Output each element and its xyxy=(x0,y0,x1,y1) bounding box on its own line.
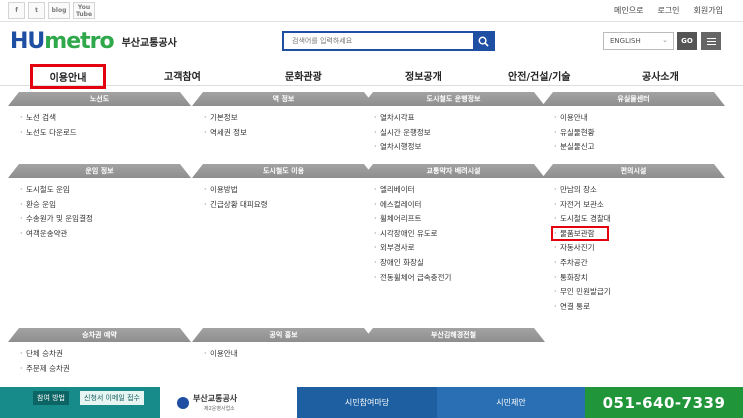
facebook-icon[interactable]: f xyxy=(8,2,25,19)
submenu-link[interactable]: 엘리베이터 xyxy=(374,183,545,198)
submenu-header[interactable]: 공익 홍보 xyxy=(192,328,375,342)
submenu-link[interactable]: 주차공간 xyxy=(554,256,725,271)
submenu-link[interactable]: 휠체어리프트 xyxy=(374,212,545,227)
submenu-operation-info: 도시철도 운행정보 열차시각표 실시간 운행정보 열차시행정보 xyxy=(362,92,545,155)
submenu-ticket-reservation: 승차권 예약 단체 승차권 주문제 승차권 xyxy=(8,328,191,376)
home-link[interactable]: 메인으로 xyxy=(614,5,643,16)
submenu-header[interactable]: 부산김해경전철 xyxy=(362,328,545,342)
submenu-metro-usage: 도시철도 이용 이용방법 긴급상황 대피요령 xyxy=(192,164,375,212)
submenu-link[interactable]: 자전거 보관소 xyxy=(554,198,725,213)
submenu-header[interactable]: 역 정보 xyxy=(192,92,375,106)
submenu-header[interactable]: 도시철도 이용 xyxy=(192,164,375,178)
submenu-header[interactable]: 교통약자 배려시설 xyxy=(362,164,545,178)
submenu-header[interactable]: 유실물센터 xyxy=(542,92,725,106)
menu-line xyxy=(706,40,716,42)
submenu-link[interactable]: 이용방법 xyxy=(204,183,375,198)
gnb-item-safety[interactable]: 안전/건설/기술 xyxy=(508,68,571,83)
gnb-item-usage-guide[interactable]: 이용안내 xyxy=(30,64,106,89)
submenu-public-promotion: 공익 홍보 이용안내 xyxy=(192,328,375,362)
search-input[interactable] xyxy=(284,33,473,49)
site-logo[interactable]: HUmetro 부산교통공사 xyxy=(10,29,177,54)
submenu-link[interactable]: 에스컬레이터 xyxy=(374,198,545,213)
submenu-link[interactable]: 시각장애인 유도로 xyxy=(374,227,545,242)
submenu-link[interactable]: 여객운송약관 xyxy=(20,227,191,242)
main-navigation: 이용안내 고객참여 문화관광 정보공개 안전/건설/기술 공사소개 xyxy=(0,64,743,89)
submenu-header[interactable]: 노선도 xyxy=(8,92,191,106)
bottom-banner: 참여 방법 신청서 이메일 접수 부산교통공사 제2운영사업소 시민참여마당 시… xyxy=(0,387,743,418)
submenu-header[interactable]: 승차권 예약 xyxy=(8,328,191,342)
submenu-link[interactable]: 자동사진기 xyxy=(554,241,725,256)
sns-links: f t blog You Tube xyxy=(8,2,95,19)
search-box xyxy=(282,31,495,51)
submenu-link[interactable]: 열차시각표 xyxy=(374,111,545,126)
gnb-item-about[interactable]: 공사소개 xyxy=(642,68,679,83)
submenu-link[interactable]: 통화장치 xyxy=(554,271,725,286)
submenu-link[interactable]: 주문제 승차권 xyxy=(20,362,191,377)
hamburger-menu-button[interactable] xyxy=(701,32,721,50)
submenu-fare-info: 운임 정보 도시철도 운임 환승 운임 수송원가 및 운임결정 여객운송약관 xyxy=(8,164,191,241)
banner-participation[interactable]: 참여 방법 신청서 이메일 접수 xyxy=(0,387,160,418)
submenu-link[interactable]: 노선 검색 xyxy=(20,111,191,126)
go-button[interactable]: GO xyxy=(677,32,697,50)
submenu-link[interactable]: 수송원가 및 운임결정 xyxy=(20,212,191,227)
banner-tag-method: 참여 방법 xyxy=(33,391,69,405)
submenu-link[interactable]: 기본정보 xyxy=(204,111,375,126)
submenu-link[interactable]: 만남의 장소 xyxy=(554,183,725,198)
submenu-link[interactable]: 무인 민원발급기 xyxy=(554,285,725,300)
banner-org[interactable]: 부산교통공사 제2운영사업소 xyxy=(160,387,297,418)
submenu-link[interactable]: 도시철도 경찰대 xyxy=(554,212,725,227)
language-select[interactable]: ENGLISH ⌄ xyxy=(603,32,674,50)
submenu-link[interactable]: 단체 승차권 xyxy=(20,347,191,362)
submenu-link[interactable]: 노선도 다운로드 xyxy=(20,126,191,141)
submenu-header[interactable]: 운임 정보 xyxy=(8,164,191,178)
top-bar: f t blog You Tube 메인으로 로그인 회원가입 xyxy=(0,0,743,22)
banner-phone: 051-640-7339 xyxy=(585,387,743,418)
submenu-gimhae-lrt: 부산김해경전철 xyxy=(362,328,545,342)
submenu-link[interactable]: 이용안내 xyxy=(204,347,375,362)
submenu-link[interactable]: 유실물현황 xyxy=(554,126,725,141)
submenu-route-map: 노선도 노선 검색 노선도 다운로드 xyxy=(8,92,191,140)
submenu-header[interactable]: 편의시설 xyxy=(542,164,725,178)
gnb-item-info[interactable]: 정보공개 xyxy=(405,68,442,83)
submenu-link[interactable]: 외부경사로 xyxy=(374,241,545,256)
submenu-link[interactable]: 열차시행정보 xyxy=(374,140,545,155)
submenu-link[interactable]: 환승 운임 xyxy=(20,198,191,213)
submenu-link[interactable]: 분실물신고 xyxy=(554,140,725,155)
logo-mark: HUmetro xyxy=(10,29,115,54)
submenu-header[interactable]: 도시철도 운행정보 xyxy=(362,92,545,106)
youtube-icon[interactable]: You Tube xyxy=(73,2,95,19)
banner-citizen-participation[interactable]: 시민참여마당 xyxy=(297,387,437,418)
banner-tag-email: 신청서 이메일 접수 xyxy=(80,391,144,405)
signup-link[interactable]: 회원가입 xyxy=(694,5,723,16)
menu-line xyxy=(706,37,716,39)
submenu-accessibility: 교통약자 배려시설 엘리베이터 에스컬레이터 휠체어리프트 시각장애인 유도로 … xyxy=(362,164,545,285)
submenu-link[interactable]: 역세권 정보 xyxy=(204,126,375,141)
submenu-link[interactable]: 연결 통로 xyxy=(554,300,725,315)
blog-icon[interactable]: blog xyxy=(48,2,70,19)
submenu-station-info: 역 정보 기본정보 역세권 정보 xyxy=(192,92,375,140)
language-value: ENGLISH xyxy=(610,37,641,45)
search-button[interactable] xyxy=(473,33,493,49)
gnb-item-culture[interactable]: 문화관광 xyxy=(285,68,322,83)
submenu-link[interactable]: 전동휠체어 급속충전기 xyxy=(374,271,545,286)
login-link[interactable]: 로그인 xyxy=(657,5,679,16)
submenu-link[interactable]: 긴급상황 대피요령 xyxy=(204,198,375,213)
twitter-icon[interactable]: t xyxy=(28,2,45,19)
chevron-down-icon: ⌄ xyxy=(662,36,668,44)
submenu-link[interactable]: 도시철도 운임 xyxy=(20,183,191,198)
gnb-item-customer[interactable]: 고객참여 xyxy=(164,68,201,83)
menu-line xyxy=(706,43,716,45)
submenu-lost-found: 유실물센터 이용안내 유실물현황 분실물신고 xyxy=(542,92,725,155)
org-emblem-icon xyxy=(177,397,189,409)
submenu-link[interactable]: 실시간 운행정보 xyxy=(374,126,545,141)
logo-korean-name: 부산교통공사 xyxy=(121,38,177,49)
search-icon xyxy=(478,36,489,47)
banner-citizen-proposal[interactable]: 시민제안 xyxy=(437,387,585,418)
utility-links: 메인으로 로그인 회원가입 xyxy=(614,5,723,16)
submenu-link[interactable]: 장애인 화장실 xyxy=(374,256,545,271)
banner-org-name: 부산교통공사 xyxy=(193,394,238,403)
banner-org-sub: 제2운영사업소 xyxy=(204,406,235,412)
highlight-box xyxy=(551,226,609,241)
submenu-link[interactable]: 이용안내 xyxy=(554,111,725,126)
